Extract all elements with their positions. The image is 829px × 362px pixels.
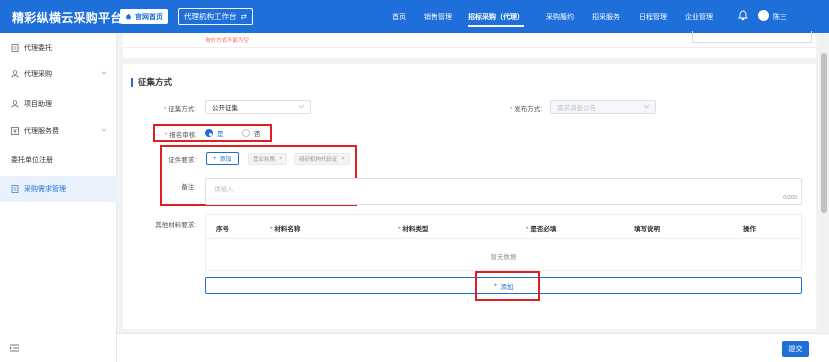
person-icon [11, 100, 19, 108]
nav-fulfillment[interactable]: 采购履约 [546, 12, 574, 22]
submit-button[interactable]: 提交 [782, 341, 809, 357]
sidebar-item-label: 代理委托 [24, 45, 52, 52]
sidebar-item-agent-delegation[interactable]: 代理委托 [0, 35, 117, 61]
sidebar-item-label: 代理服务费 [24, 128, 59, 135]
sidebar-item-label: 采购需求管理 [24, 186, 66, 193]
cert-tag[interactable]: 营业执照 × [248, 153, 288, 165]
radio-checked-icon [205, 129, 213, 137]
collect-method-value: 公开征集 [212, 105, 238, 112]
list-icon [11, 185, 19, 193]
review-no-radio[interactable]: 否 [242, 128, 261, 138]
review-yes-radio[interactable]: 是 [205, 128, 224, 138]
error-message: 询价方式不能为空 [205, 38, 250, 44]
scrollbar-thumb[interactable] [821, 53, 827, 213]
publish-method-label: * 发布方式: [509, 106, 542, 113]
menu-collapse-icon[interactable] [10, 344, 19, 352]
column-header-actions: 操作 [743, 226, 756, 233]
table-header: 序号 * 材料名称 * 材料类型 * 是否必填 填写说明 操作 [206, 215, 801, 239]
avatar[interactable] [758, 10, 769, 21]
collect-method-label: * 征集方式: [163, 106, 196, 113]
collect-method-select[interactable]: 公开征集 [205, 100, 311, 114]
sidebar-item-project-assistant[interactable]: 项目助理 [0, 91, 117, 117]
main-nav: 首页 销售管理 招标采购（代理） 采购履约 招采服务 日程管理 企业管理 [0, 0, 829, 33]
column-header-instructions: 填写说明 [634, 226, 660, 233]
column-header-index: 序号 [216, 226, 229, 233]
sidebar-item-procurement-demand[interactable]: 采购需求管理 [0, 176, 117, 202]
nav-enterprise[interactable]: 企业管理 [685, 12, 713, 22]
chevron-down-icon [101, 128, 107, 132]
cert-label: 证件要求: [168, 157, 196, 164]
page-scrollbar[interactable] [819, 33, 829, 333]
publish-method-select[interactable]: 需求调查公告 [550, 100, 656, 114]
sidebar-item-label: 代理采购 [24, 71, 52, 78]
review-yes-label: 是 [217, 131, 224, 138]
nav-home[interactable]: 首页 [392, 12, 406, 22]
plus-icon: + [213, 155, 217, 162]
cert-add-button[interactable]: + 添加 [206, 152, 239, 165]
nav-sales[interactable]: 销售管理 [424, 12, 452, 22]
cert-add-label: 添加 [219, 157, 232, 163]
nav-bidding-agent[interactable]: 招标采购（代理） [468, 12, 524, 27]
sidebar-item-agent-procurement[interactable]: 代理采购 [0, 61, 117, 87]
chevron-down-icon [643, 102, 650, 109]
cert-tag[interactable]: 组织机构代码证 × [294, 153, 350, 165]
document-icon [11, 44, 19, 52]
money-icon [11, 127, 19, 135]
nav-schedule[interactable]: 日程管理 [639, 12, 667, 22]
top-navigation-bar: 精彩纵横云采购平台 官网首页 代理机构工作台 ⇄ 首页 销售管理 招标采购（代理… [0, 0, 829, 33]
other-materials-label: 其他材料要求: [155, 222, 196, 229]
previous-field-box [692, 31, 812, 43]
username[interactable]: 陈三 [773, 12, 787, 22]
close-icon[interactable]: × [279, 156, 282, 162]
user-icon [11, 70, 19, 78]
remark-textarea[interactable]: 请输入 0/200 [205, 178, 802, 205]
publish-method-placeholder: 需求调查公告 [557, 105, 596, 112]
close-icon[interactable]: × [342, 156, 345, 162]
highlight-box-add [475, 271, 540, 301]
review-no-label: 否 [254, 131, 261, 138]
chevron-down-icon [298, 102, 305, 109]
chevron-down-icon [101, 71, 107, 75]
review-label: * 报名审核: [164, 132, 197, 139]
sidebar-item-label: 项目助理 [24, 101, 52, 108]
remark-placeholder: 请输入 [214, 186, 234, 193]
sidebar-item-label: 委托单位注册 [11, 157, 53, 164]
cert-tag-label: 组织机构代码证 [299, 157, 338, 163]
remark-label: 备注: [181, 184, 196, 191]
footer-bar: 提交 [117, 333, 829, 362]
section-title: 征集方式 [131, 78, 172, 87]
cert-tag-label: 营业执照 [253, 157, 276, 163]
sidebar-item-client-registration[interactable]: 委托单位注册 [0, 147, 117, 173]
materials-table: 序号 * 材料名称 * 材料类型 * 是否必填 填写说明 操作 暂无数据 [205, 214, 802, 271]
remark-char-count: 0/200 [783, 195, 797, 201]
column-header-required: * 是否必填 [526, 226, 557, 233]
sidebar-item-agent-fee[interactable]: 代理服务费 [0, 118, 117, 144]
column-header-material-name: * 材料名称 [270, 226, 301, 233]
table-empty-text: 暂无数据 [490, 254, 517, 261]
column-header-material-type: * 材料类型 [398, 226, 429, 233]
bell-icon[interactable] [738, 10, 748, 21]
nav-procurement-service[interactable]: 招采服务 [592, 12, 620, 22]
radio-unchecked-icon [242, 129, 250, 137]
sidebar: 代理委托 代理采购 项目助理 代理服务费 委托单位注册 采购需求管理 [0, 33, 117, 362]
